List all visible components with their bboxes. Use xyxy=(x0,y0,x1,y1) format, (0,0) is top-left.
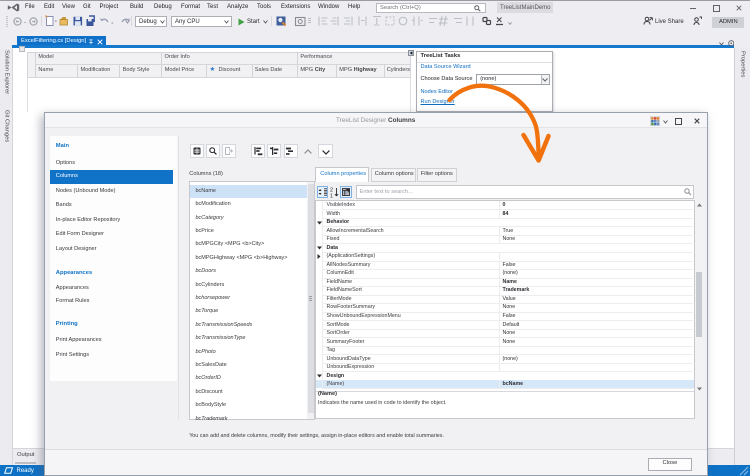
svg-text:1: 1 xyxy=(330,193,333,198)
